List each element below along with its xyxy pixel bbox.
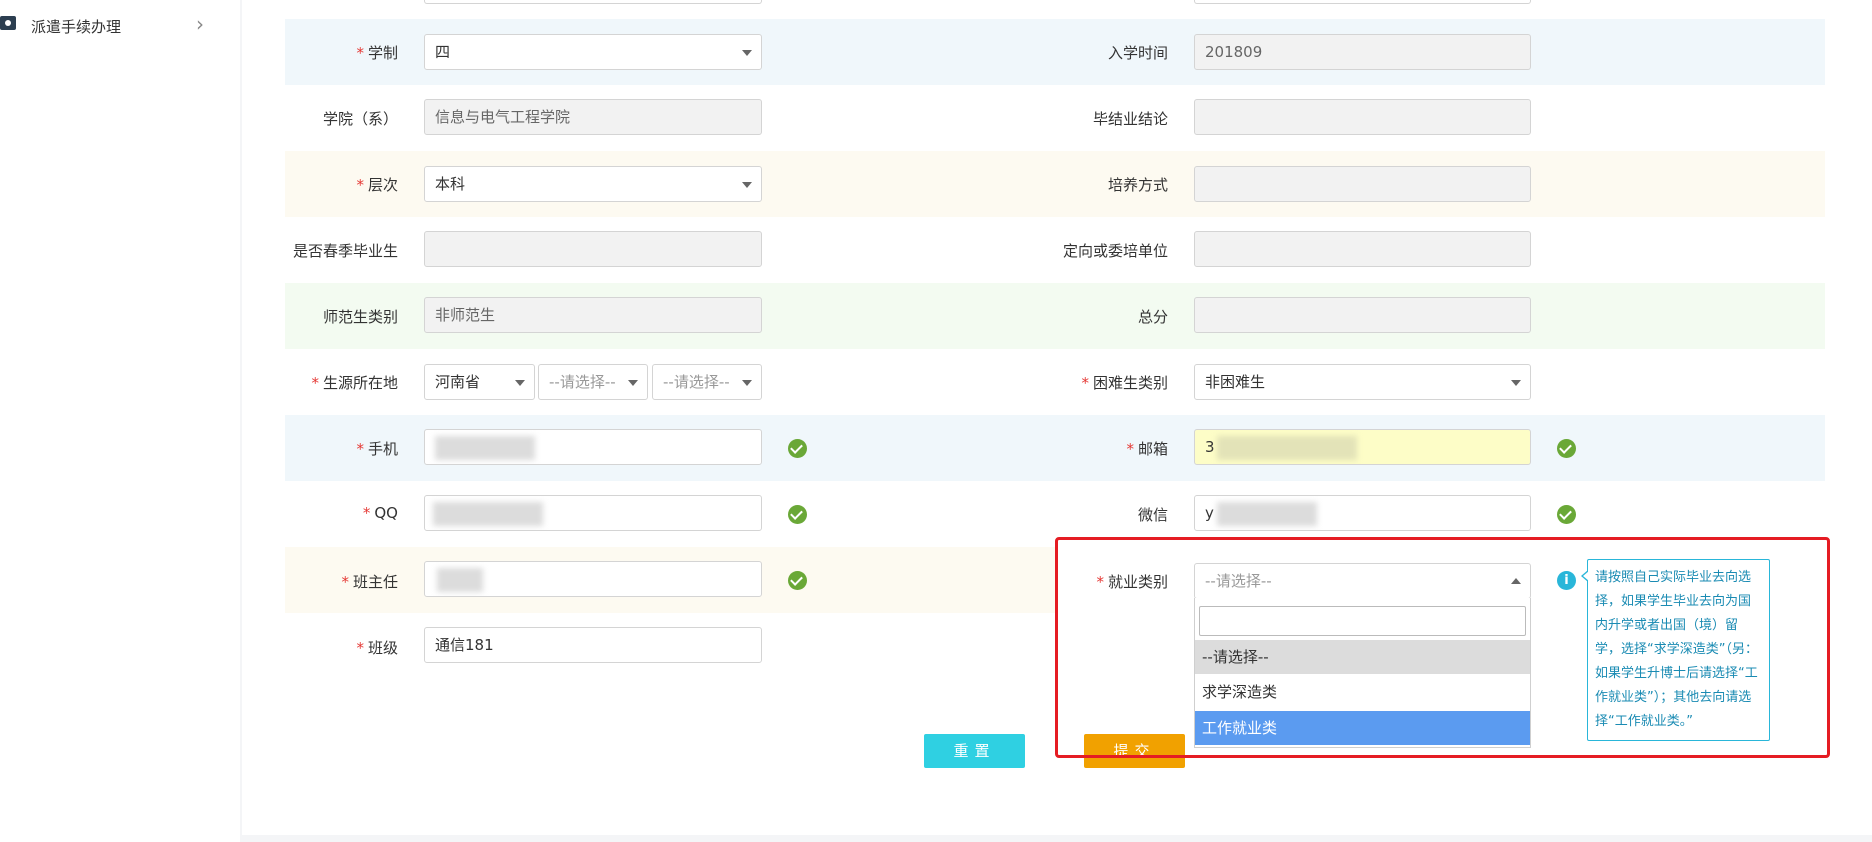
valid-check-icon <box>788 439 807 458</box>
xueyuan-field: 信息与电气工程学院 <box>424 99 762 135</box>
youxiang-label: * 邮箱 <box>1126 440 1168 458</box>
cutoff-field-left <box>424 0 762 4</box>
wechat-input[interactable]: y <box>1194 495 1531 531</box>
phone-input[interactable] <box>424 429 762 465</box>
jielun-label: 毕结业结论 <box>1092 110 1168 128</box>
sidebar-item-dispatch[interactable]: 派遣手续办理 › <box>0 12 225 42</box>
email-input[interactable]: 3 <box>1194 429 1531 465</box>
redacted-value <box>437 568 483 592</box>
redacted-value <box>435 436 535 460</box>
jielun-field <box>1194 99 1531 135</box>
head-teacher-input[interactable] <box>424 561 762 597</box>
cutoff-field-right <box>1194 0 1531 4</box>
chunji-label: 是否春季毕业生 <box>292 242 398 260</box>
valid-check-icon <box>788 571 807 590</box>
banzhuren-label: * 班主任 <box>341 573 398 591</box>
xueyuan-label: 学院（系） <box>322 110 398 128</box>
kunnan-select[interactable]: 非困难生 <box>1194 364 1531 400</box>
dropdown-option[interactable]: 工作就业类 <box>1195 711 1530 745</box>
dropdown-option[interactable]: --请选择-- <box>1195 640 1530 674</box>
reset-button[interactable]: 重置 <box>924 734 1025 768</box>
kunnan-label: * 困难生类别 <box>1081 374 1168 392</box>
province-select[interactable]: 河南省 <box>424 364 535 400</box>
qq-label: * QQ <box>362 504 398 522</box>
redacted-value <box>433 502 543 526</box>
sidebar-item-label: 派遣手续办理 <box>31 18 122 36</box>
employment-type-tooltip: 请按照自己实际毕业去向选择，如果学生毕业去向为国内升学或者出国（境）留学，选择“… <box>1581 559 1770 741</box>
sidebar: 派遣手续办理 › <box>0 0 240 842</box>
redacted-value <box>1217 502 1317 526</box>
ruxue-field: 201809 <box>1194 34 1531 70</box>
banji-label: * 班级 <box>356 639 398 657</box>
peiyang-field <box>1194 166 1531 202</box>
shifan-label: 师范生类别 <box>322 308 398 326</box>
shifan-field: 非师范生 <box>424 297 762 333</box>
valid-check-icon <box>1557 505 1576 524</box>
shengyuan-label: * 生源所在地 <box>311 374 398 392</box>
weixin-label: 微信 <box>1137 506 1168 524</box>
city-select[interactable]: --请选择-- <box>538 364 648 400</box>
xuezhi-select[interactable]: 四 <box>424 34 762 70</box>
ruxue-label: 入学时间 <box>1107 44 1168 62</box>
dropdown-option[interactable]: 求学深造类 <box>1195 675 1530 709</box>
class-input[interactable]: 通信181 <box>424 627 762 663</box>
county-select[interactable]: --请选择-- <box>652 364 762 400</box>
chunji-field <box>424 231 762 267</box>
id-card-icon <box>0 16 16 30</box>
submit-button[interactable]: 提交 <box>1084 734 1185 768</box>
valid-check-icon <box>1557 439 1576 458</box>
zongfen-label: 总分 <box>1137 308 1168 326</box>
dingxiang-label: 定向或委培单位 <box>1062 242 1168 260</box>
redacted-value <box>1217 436 1357 460</box>
dropdown-search-input[interactable] <box>1199 606 1526 636</box>
dingxiang-field <box>1194 231 1531 267</box>
cengci-select[interactable]: 本科 <box>424 166 762 202</box>
valid-check-icon <box>788 505 807 524</box>
qq-input[interactable] <box>424 495 762 531</box>
cengci-label: * 层次 <box>356 176 398 194</box>
zongfen-field <box>1194 297 1531 333</box>
jiuye-label: * 就业类别 <box>1096 573 1168 591</box>
peiyang-label: 培养方式 <box>1107 176 1168 194</box>
employment-type-select[interactable]: --请选择-- <box>1194 563 1531 599</box>
info-icon[interactable]: i <box>1557 571 1576 590</box>
shouji-label: * 手机 <box>356 440 398 458</box>
chevron-right-icon: › <box>196 12 204 36</box>
xuezhi-label: * 学制 <box>356 44 398 62</box>
employment-type-dropdown: --请选择-- 求学深造类 工作就业类 <box>1194 598 1531 748</box>
